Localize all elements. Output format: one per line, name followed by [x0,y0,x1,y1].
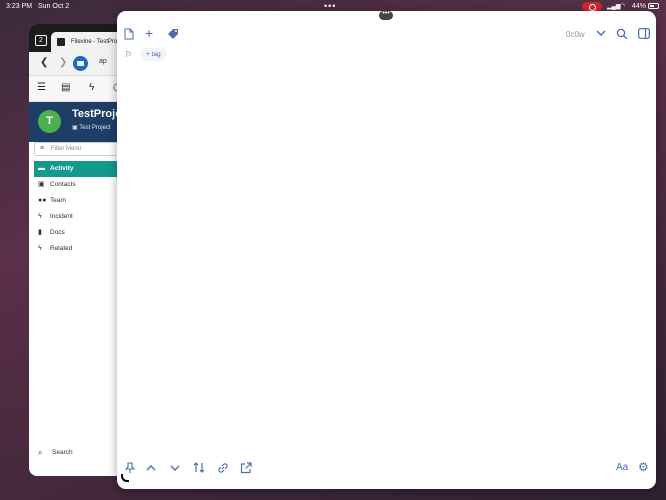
url-field[interactable]: ap [99,58,107,65]
filevine-favicon-icon [57,38,65,46]
chevron-down-icon[interactable] [596,28,606,40]
settings-gear-icon[interactable]: ⚙ [638,461,649,473]
people-icon: ●● [38,197,47,204]
note-content-area[interactable] [127,69,647,454]
filter-icon: ≡ [40,145,45,152]
project-subtitle: ▣ Test Project [72,125,111,131]
word-count[interactable]: 0c0w [566,30,585,39]
battery-percent: 44% [632,3,647,10]
back-icon[interactable]: ❮ [40,57,48,68]
bolt-icon: ϟ [38,245,42,252]
search-button[interactable]: ⌕ Search [38,448,73,457]
project-header: T TestProjec ▣ Test Project [29,102,129,142]
bolt-icon: ϟ [38,213,42,220]
link-icon[interactable] [217,462,229,477]
menu-item-label: Related [50,245,73,252]
forward-icon[interactable]: ❯ [59,57,67,68]
menu-item-team[interactable]: ●● Team [34,193,129,209]
filter-menu-input[interactable]: ≡ Filter Menu [34,142,126,156]
plus-icon[interactable]: + [145,26,153,40]
browser-tab-bar: 2 Filevine - TestProje [29,24,129,52]
layout-icon[interactable]: ▤ [61,82,70,93]
bolt-icon[interactable]: ϟ [89,82,94,93]
arrow-up-icon[interactable] [146,463,156,475]
status-time: 3:23 PM [6,3,33,10]
document-icon: ▮ [38,229,42,236]
menu-item-activity[interactable]: ▬ Activity [34,161,129,177]
format-text-button[interactable]: Aa [616,462,628,474]
window-grip-icon[interactable]: ••• [379,10,393,20]
battery-icon [648,3,659,9]
corner-handle [121,474,129,482]
add-tag-button[interactable]: + tag [140,48,167,61]
hamburger-menu-icon[interactable]: ☰ [37,82,46,93]
search-icon: ⌕ [38,448,43,457]
menu-item-incident[interactable]: ϟ Incident [34,209,129,225]
screen-recording-icon[interactable] [582,2,602,11]
menu-item-label: Activity [50,165,74,172]
menu-item-label: Docs [50,229,65,236]
share-icon[interactable] [240,462,252,477]
tag-icon[interactable] [167,28,179,43]
flag-icon[interactable]: ⚐ [125,50,132,59]
menu-item-label: Incident [50,213,73,220]
app-toolbar: ☰ ▤ ϟ ◷ [29,76,129,102]
tab-title: Filevine - TestProje [71,39,122,45]
menu-item-contacts[interactable]: ▣ Contacts [34,177,129,193]
tab-count-button[interactable]: 2 [35,35,47,46]
menu-item-docs[interactable]: ▮ Docs [34,225,129,241]
multitasking-dots-icon[interactable]: ••• [324,1,336,11]
filter-placeholder: Filter Menu [51,146,82,152]
search-label: Search [52,449,73,456]
menu-item-label: Contacts [50,181,76,188]
project-avatar[interactable]: T [38,110,61,133]
browser-window[interactable]: 2 Filevine - TestProje ❮ ❯ ap ☰ ▤ ϟ ◷ T … [29,24,129,476]
arrow-down-icon[interactable] [170,463,180,475]
status-date: Sun Oct 2 [38,3,70,10]
note-editor-window[interactable]: ••• + 0c0w ⚐ + tag Aa ⚙ [117,10,656,489]
chat-icon: ▬ [38,165,45,172]
new-document-icon[interactable] [124,28,134,43]
wifi-icon: ◠ [619,3,626,10]
contact-card-icon: ▣ [38,181,45,188]
search-icon[interactable] [616,28,628,43]
sort-icon[interactable] [193,462,205,476]
browser-nav-bar: ❮ ❯ ap [29,52,129,76]
menu-item-label: Team [50,197,66,204]
sidebar-icon[interactable] [638,28,650,42]
project-menu: ▬ Activity ▣ Contacts ●● Team ϟ Incident ▮ Do… [34,161,129,257]
project-subtitle-text: Test Project [79,125,111,131]
menu-item-related[interactable]: ϟ Related [34,241,129,257]
privacy-shield-icon[interactable] [73,56,88,71]
